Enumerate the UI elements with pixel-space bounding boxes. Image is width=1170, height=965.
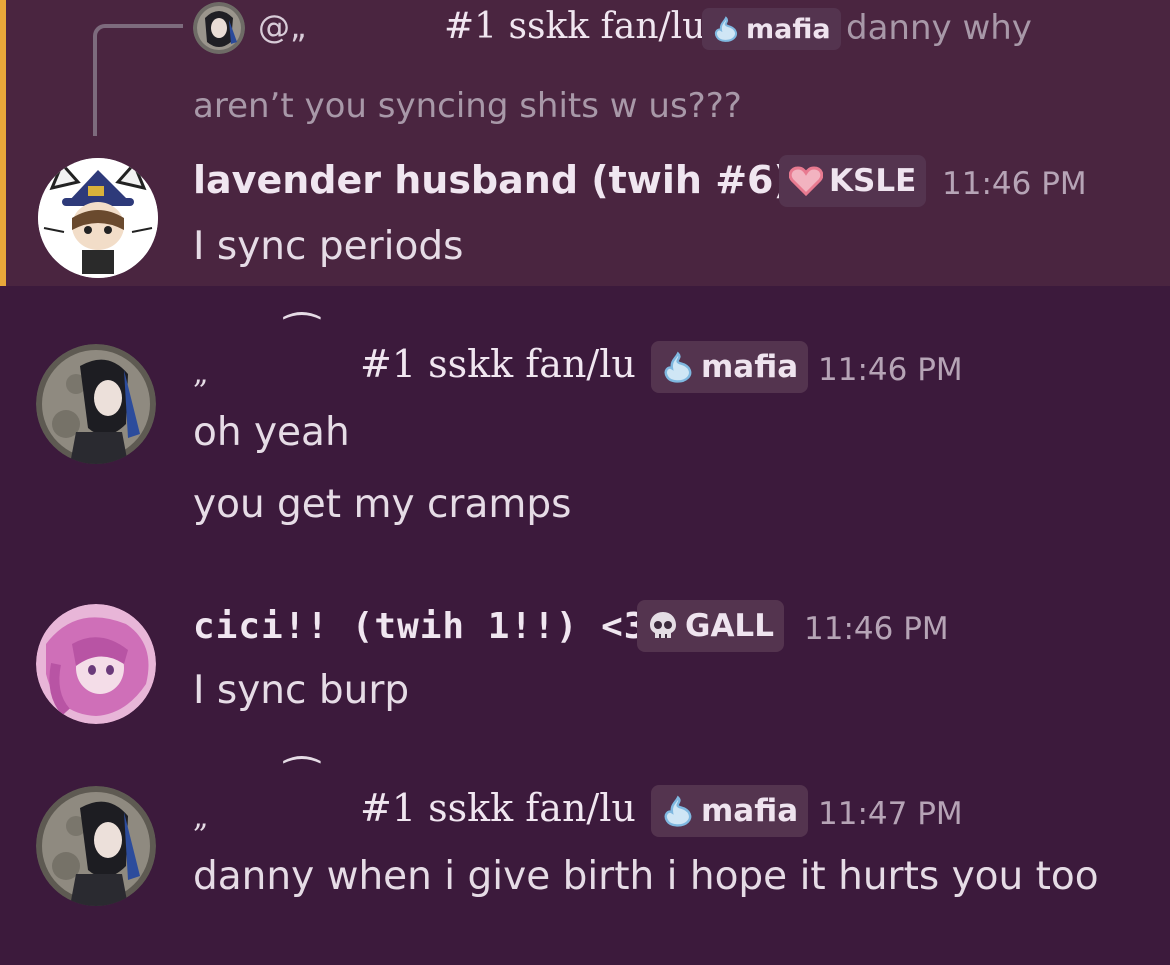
message-4-avatar[interactable] [36,786,156,906]
heart-icon [789,166,823,196]
message-3-author[interactable]: cici!! (twih 1!!) <333 [193,606,692,647]
message-1-avatar[interactable] [38,158,158,278]
message-1-line-1[interactable]: I sync periods [193,224,463,269]
message-2-avatar[interactable] [36,344,156,464]
message-4-author-prefix: „ [193,800,209,835]
message-4-badge-label: mafia [701,793,799,829]
flame-icon [714,16,737,42]
reply-at-prefix: @„ [258,8,307,46]
reply-connector-line [93,24,183,136]
message-2-timestamp: 11:46 PM [818,352,963,388]
reply-avatar[interactable] [193,2,245,54]
reply-author-name[interactable]: #1 sskk fan/lu [444,6,705,47]
message-2-line-1[interactable]: oh yeah [193,410,350,455]
message-4-timestamp: 11:47 PM [818,796,963,832]
message-1-author[interactable]: lavender husband (twih #6) [193,158,791,202]
reply-role-badge[interactable]: mafia [702,8,841,50]
message-1-timestamp: 11:46 PM [942,166,1087,202]
message-1-role-badge[interactable]: KSLE [779,155,927,207]
message-2-author[interactable]: #1 sskk fan/lu [360,342,636,386]
message-2-name-mark: ⁀ [285,312,319,361]
message-3-role-badge[interactable]: GALL [637,600,784,652]
message-4-author[interactable]: #1 sskk fan/lu [360,786,636,830]
message-2-author-prefix: „ [193,356,209,391]
message-3-avatar[interactable] [36,604,156,724]
message-3-badge-label: GALL [685,608,774,644]
flame-icon [664,351,692,383]
message-4-line-1[interactable]: danny when i give birth i hope it hurts … [193,854,1099,899]
reply-badge-label: mafia [746,13,831,45]
skull-icon [650,612,676,638]
reply-text-line2[interactable]: aren’t you syncing shits w us??? [193,86,742,126]
reply-name-mark: ⁀ [372,0,405,34]
message-4-name-mark: ⁀ [285,756,319,805]
reply-text-line1[interactable]: danny why [846,8,1032,48]
highlight-accent-bar [0,0,6,286]
message-2-role-badge[interactable]: mafia [651,341,809,393]
message-2-line-2[interactable]: you get my cramps [193,482,571,527]
message-3-timestamp: 11:46 PM [804,611,949,647]
message-4-role-badge[interactable]: mafia [651,785,809,837]
message-2-badge-label: mafia [701,349,799,385]
flame-icon [664,795,692,827]
message-1-badge-label: KSLE [829,163,917,199]
message-3-line-1[interactable]: I sync burp [193,668,409,713]
